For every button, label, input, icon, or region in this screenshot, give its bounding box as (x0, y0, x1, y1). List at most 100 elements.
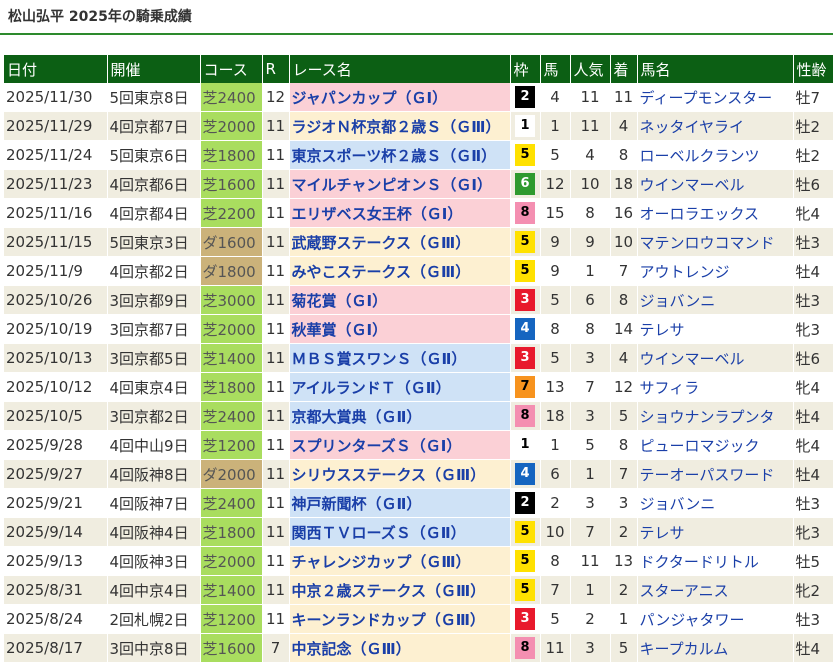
popularity-cell: 1 (570, 459, 611, 489)
course-cell: 芝1400 (200, 343, 263, 373)
horse-name-link[interactable]: ピューロマジック (637, 430, 794, 460)
race-name-link[interactable]: ジャパンカップ（ＧⅠ） (289, 83, 511, 112)
race-number-cell: 7 (262, 633, 290, 663)
frame-number-badge: 2 (515, 86, 535, 108)
course-cell: 芝1600 (200, 633, 263, 663)
race-name-link[interactable]: 秋華賞（ＧⅠ） (289, 314, 511, 344)
table-row: 2025/10/19 3回京都7日 芝2000 11 秋華賞（ＧⅠ） 4 8 8 14 テレサ 牝3 (4, 314, 833, 344)
header-sexage[interactable]: 性齢 (793, 55, 833, 83)
header-num[interactable]: 馬 (540, 55, 571, 83)
venue-cell: 4回阪神4日 (107, 517, 201, 547)
date-cell: 2025/8/17 (4, 633, 108, 663)
date-cell: 2025/8/31 (4, 575, 108, 605)
frame-cell: 8 (510, 198, 541, 228)
table-row: 2025/9/27 4回阪神8日 ダ2000 11 シリウスステークス（ＧⅢ） 4 6 1 7 テ… (4, 459, 833, 489)
race-name-link[interactable]: ＭＢＳ賞スワンＳ（ＧⅡ） (289, 343, 511, 373)
table-row: 2025/11/29 4回京都7日 芝2000 11 ラジオＮ杯京都２歳Ｓ（ＧⅢ） 1 1 1… (4, 111, 833, 141)
frame-cell: 5 (510, 140, 541, 170)
race-number-cell: 11 (262, 604, 290, 634)
horse-name-link[interactable]: ショウナンラプンタ (637, 401, 794, 431)
race-name-link[interactable]: 神戸新聞杯（ＧⅡ） (289, 488, 511, 518)
header-r[interactable]: R (262, 55, 290, 83)
race-name-link[interactable]: キーンランドカップ（ＧⅢ） (289, 604, 511, 634)
race-name-link[interactable]: 武蔵野ステークス（ＧⅢ） (289, 227, 511, 257)
sex-age-cell: 牝3 (793, 517, 833, 547)
race-name-link[interactable]: マイルチャンピオンＳ（ＧⅠ） (289, 169, 511, 199)
horse-name-link[interactable]: テーオーパスワード (637, 459, 794, 489)
date-cell: 2025/11/24 (4, 140, 108, 170)
race-name-link[interactable]: 関西ＴＶローズＳ（ＧⅡ） (289, 517, 511, 547)
race-name-link[interactable]: 京都大賞典（ＧⅡ） (289, 401, 511, 431)
race-number-cell: 11 (262, 140, 290, 170)
horse-name-link[interactable]: パンジャタワー (637, 604, 794, 634)
course-cell: 芝2400 (200, 83, 263, 112)
race-name-link[interactable]: みやこステークス（ＧⅢ） (289, 256, 511, 286)
race-name-link[interactable]: エリザベス女王杯（ＧⅠ） (289, 198, 511, 228)
horse-name-link[interactable]: オーロラエックス (637, 198, 794, 228)
horse-name-link[interactable]: ドクタードリトル (637, 546, 794, 576)
horse-name-link[interactable]: ローベルクランツ (637, 140, 794, 170)
frame-number-badge: 5 (515, 521, 535, 543)
race-name-link[interactable]: 菊花賞（ＧⅠ） (289, 285, 511, 315)
race-name-link[interactable]: 中京２歳ステークス（ＧⅢ） (289, 575, 511, 605)
horse-name-link[interactable]: ウインマーベル (637, 343, 794, 373)
horse-name-link[interactable]: スターアニス (637, 575, 794, 605)
header-course[interactable]: コース (200, 55, 263, 83)
popularity-cell: 10 (570, 169, 611, 199)
sex-age-cell: 牡6 (793, 169, 833, 199)
date-cell: 2025/10/12 (4, 372, 108, 402)
header-pop[interactable]: 人気 (570, 55, 611, 83)
finish-cell: 5 (610, 401, 638, 431)
horse-name-link[interactable]: テレサ (637, 314, 794, 344)
venue-cell: 3回京都9日 (107, 285, 201, 315)
popularity-cell: 7 (570, 517, 611, 547)
finish-cell: 8 (610, 430, 638, 460)
page-title: 松山弘平 2025年の騎乗成績 (8, 9, 192, 25)
horse-name-link[interactable]: ジョバンニ (637, 285, 794, 315)
header-date[interactable]: 日付 (4, 55, 108, 83)
date-cell: 2025/11/30 (4, 83, 108, 112)
table-row: 2025/9/21 4回阪神7日 芝2400 11 神戸新聞杯（ＧⅡ） 2 2 3 3 ジョバンニ… (4, 488, 833, 518)
sex-age-cell: 牝4 (793, 372, 833, 402)
horse-name-link[interactable]: ウインマーベル (637, 169, 794, 199)
date-cell: 2025/10/19 (4, 314, 108, 344)
table-row: 2025/11/15 5回東京3日 ダ1600 11 武蔵野ステークス（ＧⅢ） 5 9 9 10… (4, 227, 833, 257)
finish-cell: 10 (610, 227, 638, 257)
date-cell: 2025/9/27 (4, 459, 108, 489)
header-frame[interactable]: 枠 (510, 55, 541, 83)
venue-cell: 4回京都7日 (107, 111, 201, 141)
popularity-cell: 7 (570, 372, 611, 402)
race-name-link[interactable]: チャレンジカップ（ＧⅢ） (289, 546, 511, 576)
race-name-link[interactable]: ラジオＮ杯京都２歳Ｓ（ＧⅢ） (289, 111, 511, 141)
frame-number-badge: 1 (515, 115, 535, 137)
horse-name-link[interactable]: アウトレンジ (637, 256, 794, 286)
horse-name-link[interactable]: ジョバンニ (637, 488, 794, 518)
horse-name-link[interactable]: サフィラ (637, 372, 794, 402)
horse-name-link[interactable]: テレサ (637, 517, 794, 547)
header-horse[interactable]: 馬名 (637, 55, 794, 83)
horse-name-link[interactable]: キープカルム (637, 633, 794, 663)
popularity-cell: 9 (570, 227, 611, 257)
course-cell: 芝2000 (200, 111, 263, 141)
horse-name-link[interactable]: ディープモンスター (637, 83, 794, 112)
race-number-cell: 11 (262, 343, 290, 373)
race-name-link[interactable]: アイルランドＴ（ＧⅡ） (289, 372, 511, 402)
frame-cell: 6 (510, 169, 541, 199)
horse-name-link[interactable]: ネッタイヤライ (637, 111, 794, 141)
race-name-link[interactable]: 東京スポーツ杯２歳Ｓ（ＧⅡ） (289, 140, 511, 170)
horse-number-cell: 11 (540, 633, 571, 663)
race-name-link[interactable]: 中京記念（ＧⅢ） (289, 633, 511, 663)
header-venue[interactable]: 開催 (107, 55, 201, 83)
venue-cell: 4回京都6日 (107, 169, 201, 199)
race-number-cell: 11 (262, 285, 290, 315)
horse-number-cell: 1 (540, 111, 571, 141)
frame-number-badge: 8 (515, 637, 535, 659)
header-race[interactable]: レース名 (289, 55, 511, 83)
horse-number-cell: 13 (540, 372, 571, 402)
race-name-link[interactable]: スプリンターズＳ（ＧⅠ） (289, 430, 511, 460)
header-fin[interactable]: 着 (610, 55, 638, 83)
horse-name-link[interactable]: マテンロウコマンド (637, 227, 794, 257)
table-row: 2025/11/9 4回京都2日 ダ1800 11 みやこステークス（ＧⅢ） 5 9 1 7 アウ… (4, 256, 833, 286)
frame-number-badge: 4 (515, 318, 535, 340)
race-name-link[interactable]: シリウスステークス（ＧⅢ） (289, 459, 511, 489)
